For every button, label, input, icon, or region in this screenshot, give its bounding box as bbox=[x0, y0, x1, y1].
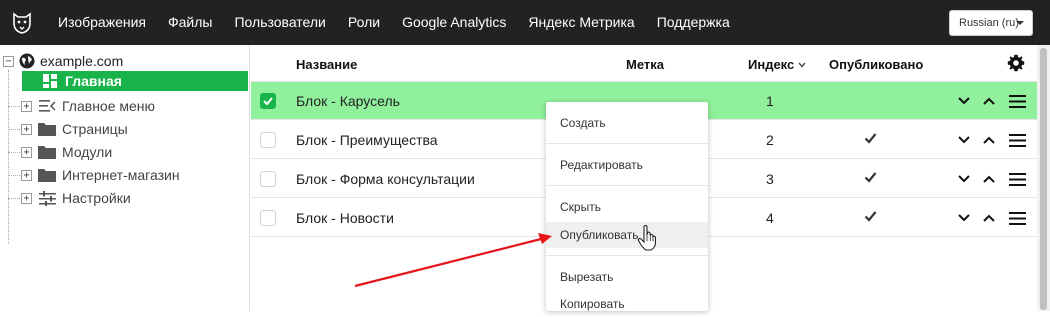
language-select-value: Russian (ru) bbox=[959, 17, 1019, 29]
menu-divider bbox=[546, 255, 708, 256]
move-down-icon[interactable] bbox=[955, 170, 973, 188]
row-index: 1 bbox=[766, 93, 774, 109]
site-root-label: example.com bbox=[40, 53, 124, 69]
sidebar-item-label: Главное меню bbox=[62, 98, 156, 114]
context-menu: Создать Редактировать Скрыть Опубликоват… bbox=[546, 102, 708, 311]
row-index: 3 bbox=[766, 171, 774, 187]
move-up-icon[interactable] bbox=[980, 170, 998, 188]
nav-item-images[interactable]: Изображения bbox=[44, 0, 157, 45]
sidebar-item-main-menu[interactable]: + Главное меню bbox=[8, 95, 248, 117]
sliders-icon bbox=[38, 190, 56, 206]
sidebar-item-modules[interactable]: + Модули bbox=[8, 141, 248, 163]
nav-item-support[interactable]: Поддержка bbox=[646, 0, 741, 45]
main-nav: Изображения Файлы Пользователи Роли Goog… bbox=[44, 0, 741, 45]
sidebar-item-online-store[interactable]: + Интернет-магазин bbox=[8, 164, 248, 186]
menu-item-create[interactable]: Создать bbox=[546, 110, 708, 136]
row-checkbox[interactable] bbox=[260, 171, 276, 187]
menu-item-copy[interactable]: Копировать bbox=[546, 291, 708, 317]
vertical-scrollbar[interactable] bbox=[1037, 45, 1050, 311]
row-menu-icon[interactable] bbox=[1008, 209, 1026, 227]
menu-item-cut[interactable]: Вырезать bbox=[546, 264, 708, 290]
sidebar-item-settings[interactable]: + Настройки bbox=[8, 187, 248, 209]
row-menu-icon[interactable] bbox=[1008, 131, 1026, 149]
move-down-icon[interactable] bbox=[955, 209, 973, 227]
expand-toggle-icon[interactable]: + bbox=[21, 169, 32, 181]
row-name: Блок - Карусель bbox=[296, 93, 400, 109]
expand-toggle-icon[interactable]: + bbox=[21, 100, 32, 112]
row-checkbox[interactable] bbox=[260, 132, 276, 148]
nav-item-yandex-metrika[interactable]: Яндекс Метрика bbox=[517, 0, 645, 45]
expand-toggle-icon[interactable]: + bbox=[21, 123, 32, 135]
expand-toggle-icon[interactable]: + bbox=[21, 192, 32, 204]
language-select[interactable]: Russian (ru) bbox=[949, 10, 1033, 36]
column-header-tag[interactable]: Метка bbox=[626, 57, 664, 72]
row-index: 2 bbox=[766, 132, 774, 148]
top-navbar: Изображения Файлы Пользователи Роли Goog… bbox=[0, 0, 1050, 45]
column-header-name[interactable]: Название bbox=[296, 57, 357, 72]
globe-icon bbox=[19, 53, 35, 69]
row-name: Блок - Форма консультации bbox=[296, 171, 475, 187]
sidebar-tree: − example.com Главная + Главное меню + С… bbox=[0, 45, 250, 311]
table-header: Название Метка Индекс Опубликовано bbox=[251, 45, 1037, 82]
row-checkbox[interactable] bbox=[260, 93, 276, 109]
expand-toggle-icon[interactable]: + bbox=[21, 146, 32, 158]
move-up-icon[interactable] bbox=[980, 92, 998, 110]
nav-item-users[interactable]: Пользователи bbox=[223, 0, 336, 45]
published-check-icon bbox=[864, 131, 877, 147]
row-name: Блок - Новости bbox=[296, 210, 394, 226]
nav-item-files[interactable]: Файлы bbox=[157, 0, 223, 45]
sidebar-item-home[interactable]: Главная bbox=[22, 71, 248, 91]
menu-divider bbox=[546, 143, 708, 144]
folder-icon bbox=[38, 121, 56, 137]
menu-item-publish[interactable]: Опубликовать bbox=[546, 222, 708, 248]
row-menu-icon[interactable] bbox=[1008, 170, 1026, 188]
row-index: 4 bbox=[766, 210, 774, 226]
move-down-icon[interactable] bbox=[955, 131, 973, 149]
menu-divider bbox=[546, 185, 708, 186]
menu-item-hide[interactable]: Скрыть bbox=[546, 194, 708, 220]
published-check-icon bbox=[864, 209, 877, 225]
tree-root[interactable]: − example.com bbox=[3, 52, 123, 70]
brand-logo-icon[interactable] bbox=[0, 0, 44, 45]
gear-icon[interactable] bbox=[1007, 54, 1025, 72]
folder-icon bbox=[38, 167, 56, 183]
nav-item-roles[interactable]: Роли bbox=[337, 0, 391, 45]
move-up-icon[interactable] bbox=[980, 131, 998, 149]
sidebar-item-label: Главная bbox=[65, 73, 122, 89]
sidebar-item-pages[interactable]: + Страницы bbox=[8, 118, 248, 140]
folder-icon bbox=[38, 144, 56, 160]
row-name: Блок - Преимущества bbox=[296, 132, 438, 148]
check-icon bbox=[263, 97, 273, 106]
row-menu-icon[interactable] bbox=[1008, 92, 1026, 110]
sidebar-item-label: Настройки bbox=[62, 190, 131, 206]
dashboard-icon bbox=[41, 73, 59, 89]
sidebar-item-label: Модули bbox=[62, 144, 113, 160]
hand-cursor-icon bbox=[637, 225, 657, 251]
collapse-toggle-icon[interactable]: − bbox=[3, 55, 14, 67]
column-header-published[interactable]: Опубликовано bbox=[829, 57, 923, 72]
sidebar-item-label: Страницы bbox=[62, 121, 128, 137]
row-checkbox[interactable] bbox=[260, 210, 276, 226]
sidebar-item-label: Интернет-магазин bbox=[62, 167, 180, 183]
move-up-icon[interactable] bbox=[980, 209, 998, 227]
menu-icon bbox=[38, 98, 56, 114]
column-header-index-label: Индекс bbox=[748, 57, 795, 72]
scrollbar-thumb[interactable] bbox=[1040, 48, 1047, 310]
column-header-index[interactable]: Индекс bbox=[748, 57, 806, 72]
chevron-down-icon bbox=[1016, 21, 1024, 25]
published-check-icon bbox=[864, 170, 877, 186]
menu-item-edit[interactable]: Редактировать bbox=[546, 152, 708, 178]
sort-desc-icon bbox=[798, 62, 806, 68]
nav-item-google-analytics[interactable]: Google Analytics bbox=[391, 0, 517, 45]
move-down-icon[interactable] bbox=[955, 92, 973, 110]
